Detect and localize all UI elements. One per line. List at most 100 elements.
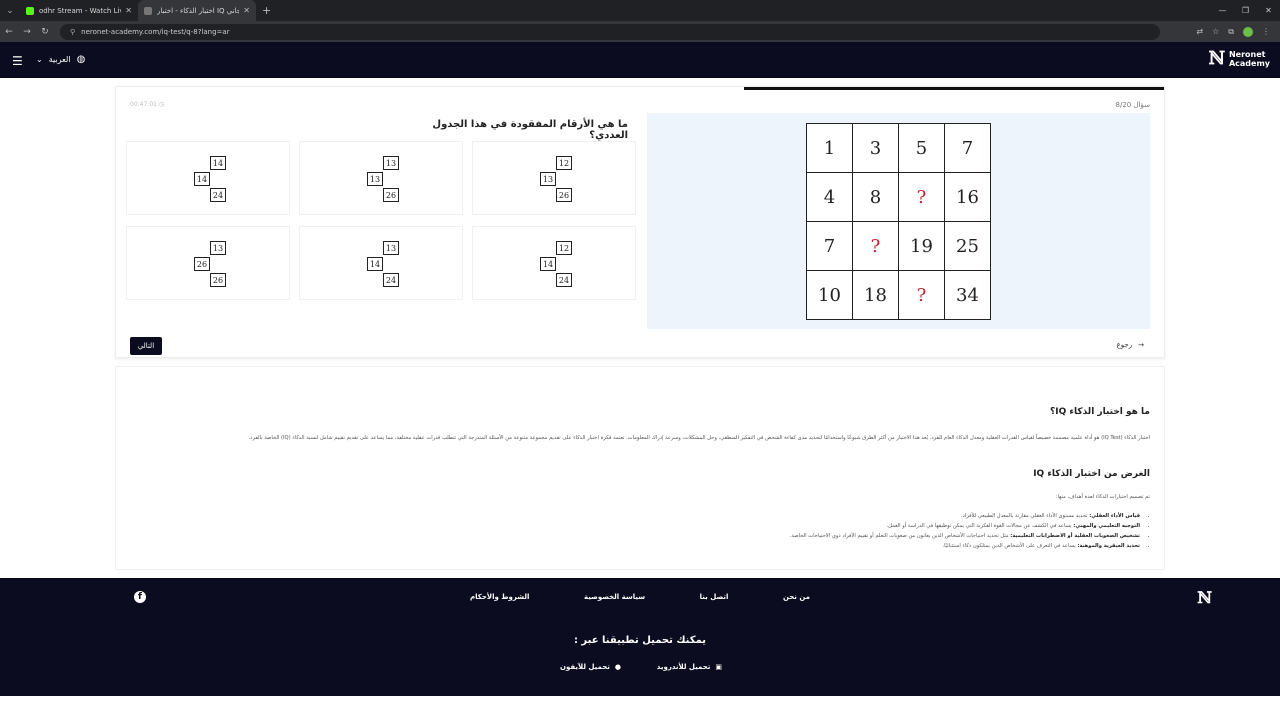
footer-logo-icon[interactable]: ℕ (1197, 588, 1212, 607)
grid-cell: 1 (806, 123, 853, 173)
grid-cell: 3 (852, 123, 899, 173)
option-cell-bottom: 26 (383, 188, 399, 202)
option-cell-left: 13 (540, 172, 556, 186)
grid-cell: 5 (898, 123, 945, 173)
arrow-right-icon: → (1138, 341, 1144, 349)
browser-tab-bar: ⌄ odhr Stream - Watch Live on Ki ✕ اختبا… (0, 0, 1280, 21)
back-arrow-icon[interactable]: ← (0, 27, 18, 37)
answer-option-1[interactable]: 14 14 24 (126, 141, 290, 215)
brand-line-1: Neronet (1228, 49, 1266, 59)
grid-cell-missing: ? (898, 270, 945, 320)
grid-cell: 8 (852, 172, 899, 222)
list-item: تحديد العبقرية والموهبة: يساعد في التعرف… (790, 543, 1140, 549)
neronet-logo-icon: ℕ (1208, 48, 1225, 69)
close-tab-icon[interactable]: ✕ (243, 6, 250, 15)
option-cell-bottom: 24 (383, 273, 399, 287)
grid-cell-missing: ? (898, 172, 945, 222)
grid-cell: 34 (944, 270, 991, 320)
answer-option-3[interactable]: 12 13 26 (472, 141, 636, 215)
url-field[interactable]: ⚲ neronet-academy.com/iq-test/q-8?lang=a… (60, 23, 1160, 40)
info-paragraph-2: تم تصميم اختبارات الذكاء لعدة أهداف، منه… (1055, 494, 1150, 500)
quiz-card: سؤال 8/20 00:47:01 ◷ ما هي الأرقام المفق… (115, 86, 1165, 358)
grid-cell: 7 (806, 221, 853, 271)
app-download-title: يمكنك تحميل تطبيقنا عبر : (573, 635, 707, 646)
browser-tab-iq[interactable]: اختبار الذكاء - اختبار IQ مجاني ✕ (138, 0, 256, 21)
list-item: قياس الأداء العقلي: تحديد مستوى الأداء ا… (790, 513, 1140, 519)
option-cell-top: 12 (556, 241, 572, 255)
window-controls: — ❐ ✕ (1211, 0, 1280, 21)
footer-link-about[interactable]: من نحن (783, 593, 810, 601)
timer-text: 00:47:01 (130, 101, 157, 108)
extensions-icon[interactable]: ⧉ (1228, 27, 1234, 37)
android-icon: ▣ (715, 663, 722, 671)
grid-row: 10 18? 34 (806, 270, 991, 320)
grid-row: 7? 19 25 (806, 221, 991, 271)
site-info-icon[interactable]: ⚲ (70, 28, 75, 36)
globe-icon: ◍ (76, 54, 86, 65)
close-window-icon[interactable]: ✕ (1257, 0, 1280, 21)
tab-title: اختبار الذكاء - اختبار IQ مجاني (157, 6, 240, 15)
number-grid: 1 3 5 7 4 8? 16 7? 19 25 10 18? 34 (806, 123, 991, 320)
facebook-icon[interactable]: f (134, 591, 146, 603)
android-download-button[interactable]: ▣تحميل للأندرويد (657, 663, 722, 671)
new-tab-icon[interactable]: + (262, 4, 271, 17)
option-cell-bottom: 24 (556, 273, 572, 287)
info-heading-2: الغرض من اختبار الذكاء IQ (1033, 469, 1150, 479)
translate-icon[interactable]: ⇄ (1196, 27, 1203, 36)
hamburger-menu-icon[interactable]: ☰ (12, 54, 23, 68)
grid-cell: 18 (852, 270, 899, 320)
back-button[interactable]: رجوع → (1117, 341, 1144, 349)
list-item: تشخيص الصعوبات العقلية أو الاضطرابات الت… (790, 533, 1140, 539)
progress-bar (744, 87, 1164, 90)
answer-option-2[interactable]: 13 13 26 (299, 141, 463, 215)
brand-line-2: Academy (1228, 58, 1270, 68)
timer: 00:47:01 ◷ (130, 101, 164, 108)
browser-actions: ⇄ ☆ ⧉ ⋮ (1196, 21, 1270, 42)
restore-icon[interactable]: ❐ (1234, 0, 1257, 21)
grid-cell: 19 (898, 221, 945, 271)
answer-options: 14 14 24 13 13 26 12 13 26 13 26 26 13 14 24 12 14 24 (126, 141, 636, 301)
grid-cell: 7 (944, 123, 991, 173)
question-text: ما هي الأرقام المفقودة في هذا الجدول الع… (432, 119, 628, 141)
page-bottom (0, 696, 1280, 720)
browser-tab-kick[interactable]: odhr Stream - Watch Live on Ki ✕ (20, 0, 138, 21)
answer-option-5[interactable]: 13 14 24 (299, 226, 463, 300)
language-selector[interactable]: ⌄ العربية ◍ (36, 54, 85, 65)
option-cell-left: 26 (194, 257, 210, 271)
option-cell-bottom: 26 (556, 188, 572, 202)
reload-icon[interactable]: ↻ (36, 27, 54, 37)
option-cell-left: 13 (367, 172, 383, 186)
option-cell-left: 14 (367, 257, 383, 271)
footer-links: من نحن اتصل بنا سياسة الخصوصية الشروط وا… (470, 593, 810, 601)
tab-title: odhr Stream - Watch Live on Ki (39, 6, 121, 15)
option-cell-left: 14 (540, 257, 556, 271)
question-counter: سؤال 8/20 (1115, 101, 1150, 109)
profile-avatar[interactable] (1243, 26, 1253, 37)
info-section: ما هو اختبار الذكاء IQ؟ اختبار الذكاء (I… (115, 366, 1165, 570)
bookmark-star-icon[interactable]: ☆ (1212, 27, 1219, 36)
footer-link-terms[interactable]: الشروط والأحكام (470, 593, 529, 601)
option-cell-top: 13 (383, 156, 399, 170)
close-tab-icon[interactable]: ✕ (125, 6, 132, 15)
footer-link-privacy[interactable]: سياسة الخصوصية (584, 593, 645, 601)
minimize-icon[interactable]: — (1211, 0, 1234, 21)
option-cell-left: 14 (194, 172, 210, 186)
iphone-download-button[interactable]: ●تحميل للآيفون (560, 663, 621, 671)
answer-option-6[interactable]: 12 14 24 (472, 226, 636, 300)
tab-list-chevron-icon[interactable]: ⌄ (0, 0, 20, 21)
next-button[interactable]: التالي (130, 337, 162, 355)
kick-favicon-icon (26, 6, 34, 15)
grid-row: 1357 (806, 123, 991, 173)
browser-menu-icon[interactable]: ⋮ (1262, 27, 1270, 36)
grid-cell: 16 (944, 172, 991, 222)
neronet-favicon-icon (144, 6, 152, 15)
footer-link-contact[interactable]: اتصل بنا (700, 593, 729, 601)
option-cell-top: 14 (210, 156, 226, 170)
grid-row: 4 8? 16 (806, 172, 991, 222)
answer-option-4[interactable]: 13 26 26 (126, 226, 290, 300)
site-logo[interactable]: ℕ Neronet Academy (1209, 48, 1271, 69)
site-header: ☰ ⌄ العربية ◍ ℕ Neronet Academy (0, 42, 1280, 78)
forward-arrow-icon[interactable]: → (18, 27, 36, 37)
info-paragraph-1: اختبار الذكاء (IQ Test) هو أداة علمية مص… (248, 435, 1151, 441)
app-download-buttons: ▣تحميل للأندرويد ●تحميل للآيفون (560, 663, 722, 671)
